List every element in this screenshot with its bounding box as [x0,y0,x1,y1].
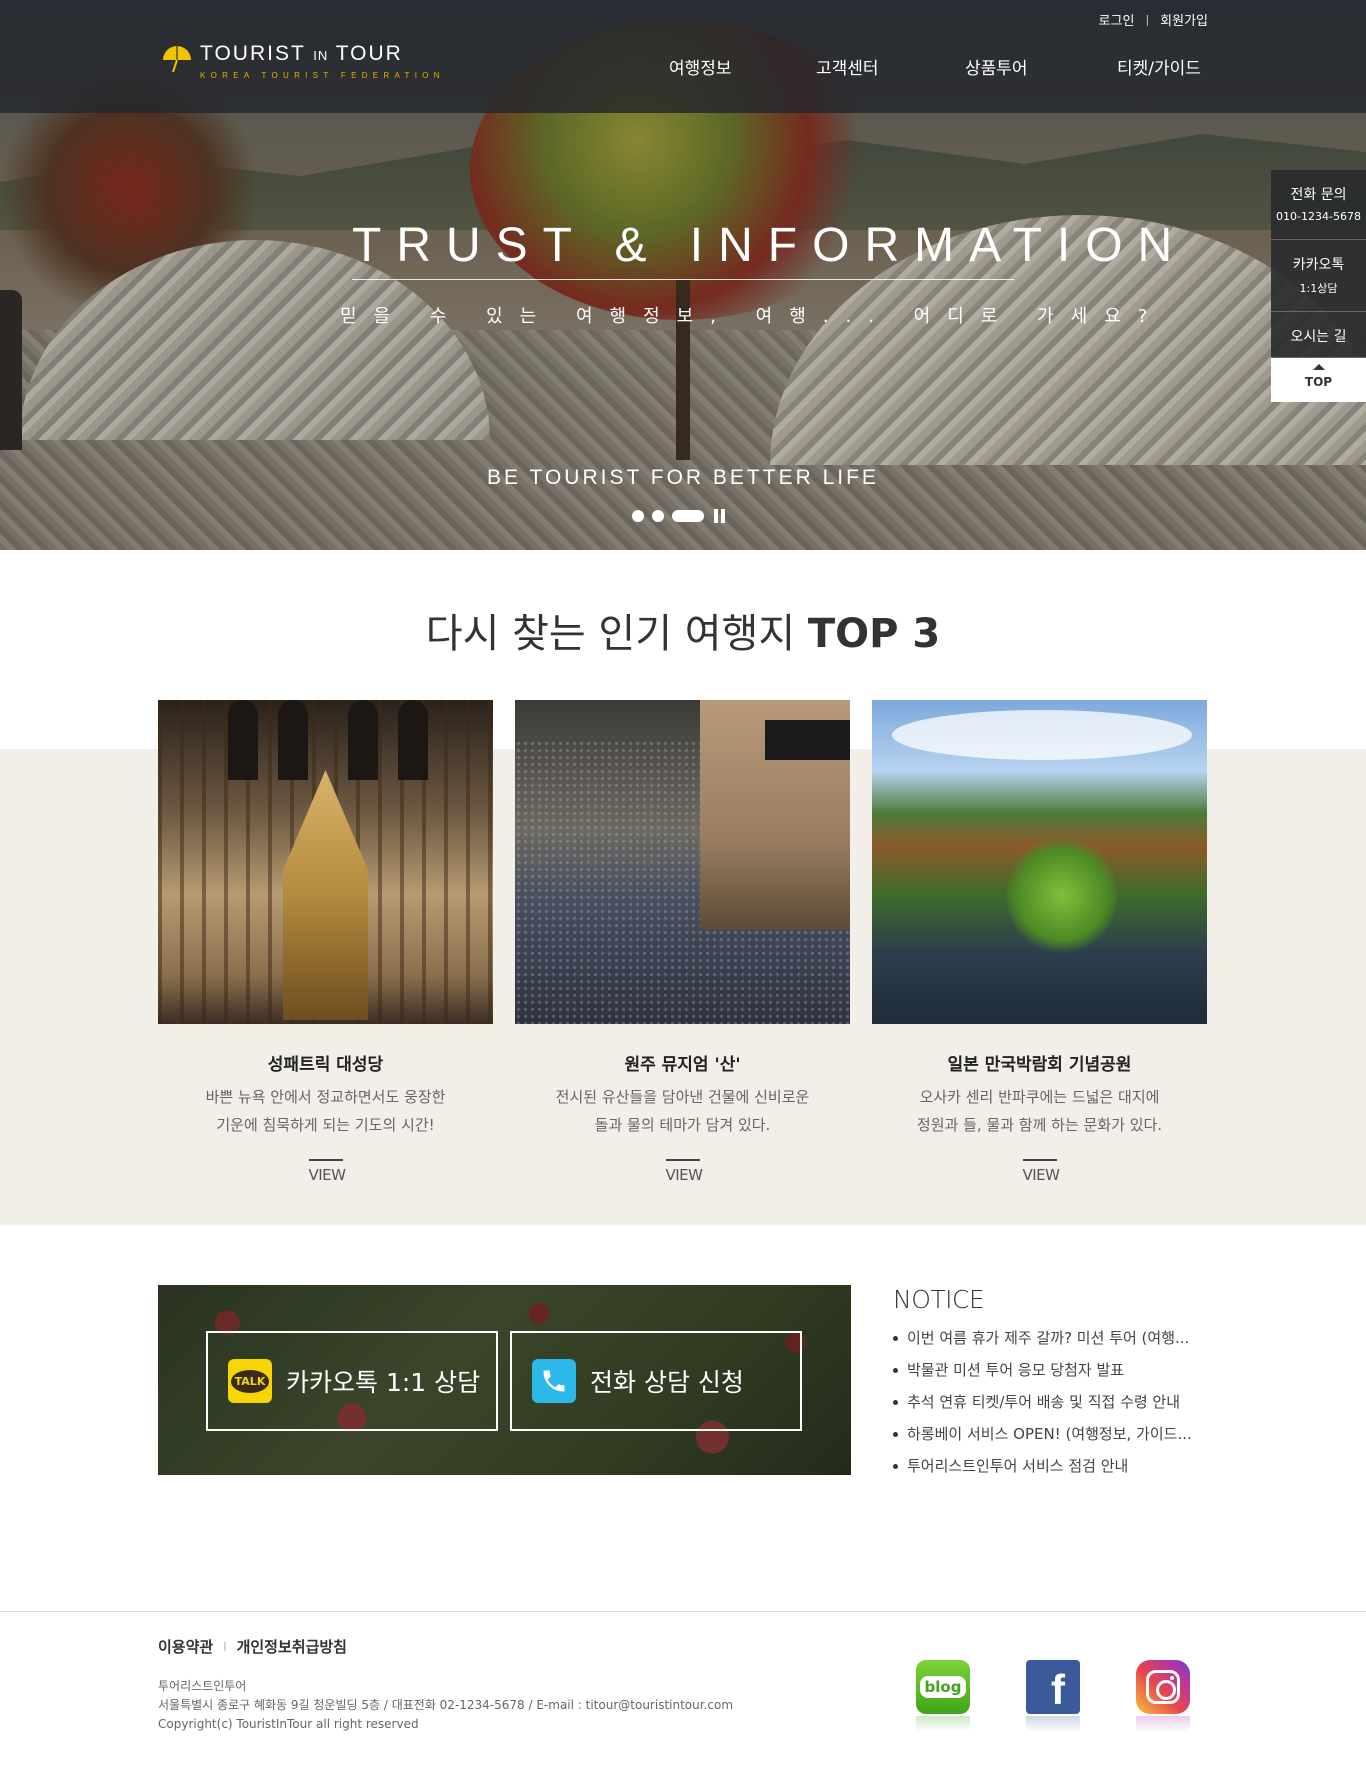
quick-menu: 전화 문의 010-1234-5678 카카오톡 1:1상담 오시는 길 TOP [1271,170,1366,402]
instagram-icon[interactable] [1136,1660,1190,1714]
top3-section-title: 다시 찾는 인기 여행지 TOP 3 [425,611,941,657]
destination-card: 일본 만국박람회 기념공원 오사카 센리 반파쿠에는 드넓은 대지에 정원과 들,… [872,700,1207,1184]
footer-links: 이용약관 | 개인정보취급방침 [158,1636,347,1657]
facebook-icon[interactable]: f [1026,1660,1080,1714]
copyright: Copyright(c) TouristInTour all right res… [158,1717,419,1731]
site-header: TOURIST IN TOUR KOREA TOURIST FEDERATION… [0,0,1366,113]
hero-banner: TOURIST IN TOUR KOREA TOURIST FEDERATION… [0,0,1366,550]
destination-description: 오사카 센리 반파쿠에는 드넓은 대지에 정원과 들, 물과 함께 하는 문화가 … [916,1088,1163,1134]
destination-photo-expo-park[interactable] [872,700,1207,1024]
signup-link[interactable]: 회원가입 [1160,10,1208,29]
destination-photo-cathedral[interactable] [158,700,493,1024]
slider-pagination [632,509,725,523]
nav-product-tour[interactable]: 상품투어 [965,54,1028,79]
login-link[interactable]: 로그인 [1099,10,1135,29]
destination-photo-museum-san[interactable] [515,700,850,1024]
destination-card: 원주 뮤지엄 '산' 전시된 유산들을 담아낸 건물에 신비로운 돌과 물의 테마… [515,700,850,1184]
kakao-consult-button[interactable]: TALK 카카오톡 1:1 상담 [206,1331,498,1431]
hero-subtitle: 믿을 수 있는 여행정보, 여행... 어디로 가세요? [340,306,1165,327]
consult-banner: TALK 카카오톡 1:1 상담 전화 상담 신청 [158,1285,851,1475]
arrow-up-icon [1312,364,1325,370]
footer-info: 투어리스트인투어 서울특별시 종로구 혜화동 9길 청운빌딩 5층 / 대표전화… [158,1677,733,1734]
util-links: 로그인 | 회원가입 [1099,10,1208,29]
footer-divider [0,1611,1366,1612]
phone-consult-button[interactable]: 전화 상담 신청 [510,1331,802,1431]
nav-travel-info[interactable]: 여행정보 [669,54,732,79]
scroll-top-button[interactable]: TOP [1271,358,1366,402]
notice-title[interactable]: NOTICE [893,1285,1213,1314]
kakaotalk-icon: TALK [228,1359,272,1403]
notice-item[interactable]: 투어리스트인투어 서비스 점검 안내 [893,1456,1213,1488]
pause-icon[interactable] [714,509,725,523]
notice-item[interactable]: 이번 여름 휴가 제주 갈까? 미션 투어 (여행... [893,1328,1213,1360]
slider-dot-2[interactable] [652,510,664,522]
destination-description: 전시된 유산들을 담아낸 건물에 신비로운 돌과 물의 테마가 담겨 있다. [555,1088,810,1134]
view-button[interactable]: VIEW [308,1159,346,1184]
hero-title: TRUST & INFORMATION [352,218,1172,280]
notice-item[interactable]: 추석 연휴 티켓/투어 배송 및 직접 수령 안내 [893,1392,1213,1424]
notice-board: NOTICE 이번 여름 휴가 제주 갈까? 미션 투어 (여행... 박물관 … [893,1285,1213,1488]
nav-ticket-guide[interactable]: 티켓/가이드 [1117,54,1201,79]
notice-list: 이번 여름 휴가 제주 갈까? 미션 투어 (여행... 박물관 미션 투어 응… [893,1328,1213,1488]
destination-description: 바쁜 뉴욕 안에서 정교하면서도 웅장한 기운에 침묵하게 되는 기도의 시간! [205,1088,446,1134]
destination-title: 일본 만국박람회 기념공원 [947,1055,1132,1075]
privacy-link[interactable]: 개인정보취급방침 [237,1636,347,1657]
quick-phone-inquiry[interactable]: 전화 문의 010-1234-5678 [1271,170,1366,240]
company-name: 투어리스트인투어 [158,1679,247,1693]
site-logo[interactable]: TOURIST IN TOUR KOREA TOURIST FEDERATION [160,42,445,80]
terms-link[interactable]: 이용약관 [158,1636,213,1657]
logo-title: TOURIST IN TOUR [200,42,403,65]
logo-subtitle: KOREA TOURIST FEDERATION [200,71,445,80]
umbrella-logo-icon [160,42,194,76]
destination-title: 성패트릭 대성당 [267,1055,384,1075]
company-address: 서울특별시 종로구 혜화동 9길 청운빌딩 5층 / 대표전화 02-1234-… [158,1698,734,1712]
destination-title: 원주 뮤지엄 '산' [624,1055,741,1075]
slider-dot-1[interactable] [632,510,644,522]
slider-dot-3[interactable] [672,510,704,522]
quick-kakao-consult[interactable]: 카카오톡 1:1상담 [1271,240,1366,312]
notice-item[interactable]: 하롱베이 서비스 OPEN! (여행정보, 가이드... [893,1424,1213,1456]
nav-customer-center[interactable]: 고객센터 [816,54,879,79]
phone-icon [532,1359,576,1403]
destination-card: 성패트릭 대성당 바쁜 뉴욕 안에서 정교하면서도 웅장한 기운에 침묵하게 되는… [158,700,493,1184]
hero-slogan: BE TOURIST FOR BETTER LIFE [487,466,879,489]
view-button[interactable]: VIEW [665,1159,703,1184]
blog-icon[interactable]: blog [916,1660,970,1714]
view-button[interactable]: VIEW [1022,1159,1060,1184]
quick-directions[interactable]: 오시는 길 [1271,312,1366,358]
notice-item[interactable]: 박물관 미션 투어 응모 당첨자 발표 [893,1360,1213,1392]
